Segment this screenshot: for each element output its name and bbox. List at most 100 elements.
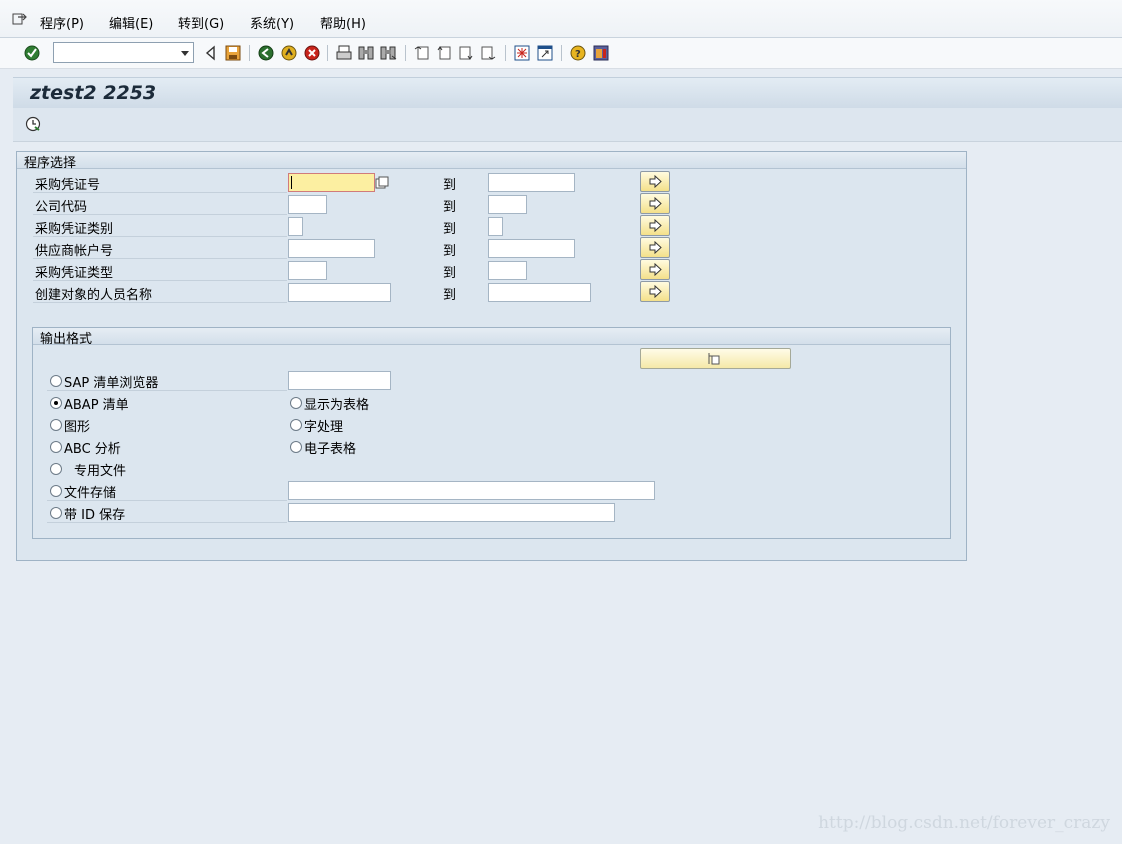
multiple-selection-button[interactable] [640,237,670,258]
print-icon[interactable] [335,44,353,62]
label-underline [47,500,287,501]
help-icon[interactable]: ? [569,44,587,62]
created-by-from-input[interactable] [288,283,391,302]
cancel-icon[interactable] [303,44,321,62]
radio-graphic[interactable] [50,419,62,431]
radio-abc-analysis[interactable] [50,441,62,453]
label-underline [33,280,287,281]
vendor-account-to-input[interactable] [488,239,575,258]
field-label-doc-category: 采购凭证类别 [35,222,114,237]
toolbar-separator [327,45,328,61]
to-label: 到 [443,266,457,281]
next-page-icon[interactable] [457,44,475,62]
back-icon[interactable] [202,44,220,62]
menu-help[interactable]: 帮助(H) [320,13,366,32]
shortcut-icon[interactable] [536,44,554,62]
private-file-label: 专用文件 [74,464,127,479]
sap-list-viewer-label: SAP 清单浏览器 [64,376,159,391]
to-label: 到 [443,178,457,193]
last-page-icon[interactable] [479,44,497,62]
chevron-down-icon[interactable] [181,51,189,56]
svg-text:?: ? [575,49,581,60]
toolbar-separator [405,45,406,61]
command-field[interactable] [53,42,194,63]
created-by-to-input[interactable] [488,283,591,302]
arrow-right-icon [649,263,662,276]
radio-display-as-table[interactable] [290,397,302,409]
find-next-icon[interactable] [379,44,397,62]
application-toolbar [13,108,1122,142]
spreadsheet-label: 电子表格 [304,442,357,457]
arrow-right-icon [649,285,662,298]
multiple-selection-icon[interactable] [375,176,390,189]
radio-abap-list[interactable] [50,397,62,409]
field-label-vendor-account: 供应商帐户号 [35,244,114,259]
layout-icon [708,353,720,365]
save-with-id-input[interactable] [288,503,615,522]
menu-bar: 程序(P) 编辑(E) 转到(G) 系统(Y) 帮助(H) [0,0,1122,38]
exit-icon[interactable] [280,44,298,62]
arrow-right-icon [649,175,662,188]
company-code-from-input[interactable] [288,195,327,214]
first-page-icon[interactable] [413,44,431,62]
radio-private-file[interactable] [50,463,62,475]
purchasing-doc-to-input[interactable] [488,173,575,192]
layout-button[interactable] [640,348,791,369]
watermark: http://blog.csdn.net/forever_crazy [818,813,1110,833]
field-label-doc-type: 采购凭证类型 [35,266,114,281]
display-as-table-label: 显示为表格 [304,398,370,413]
multiple-selection-button[interactable] [640,215,670,236]
company-code-to-input[interactable] [488,195,527,214]
title-bar: ztest2 2253 [13,77,1122,108]
radio-file-store[interactable] [50,485,62,497]
create-session-icon[interactable] [513,44,531,62]
label-underline [33,302,287,303]
multiple-selection-button[interactable] [640,259,670,280]
menu-edit[interactable]: 编辑(E) [109,13,153,32]
doc-category-from-input[interactable] [288,217,303,236]
radio-save-with-id[interactable] [50,507,62,519]
page-title: ztest2 2253 [30,82,157,104]
abc-analysis-label: ABC 分析 [64,442,121,457]
back-green-icon[interactable] [257,44,275,62]
label-underline [33,214,287,215]
doc-type-to-input[interactable] [488,261,527,280]
multiple-selection-button[interactable] [640,171,670,192]
toolbar-separator [249,45,250,61]
standard-toolbar: ? [0,38,1122,69]
list-viewer-variant-input[interactable] [288,371,391,390]
multiple-selection-button[interactable] [640,193,670,214]
arrow-right-icon [649,219,662,232]
purchasing-doc-from-input[interactable] [288,173,375,192]
doc-type-from-input[interactable] [288,261,327,280]
group-title: 输出格式 [40,332,93,347]
save-icon[interactable] [224,44,242,62]
to-label: 到 [443,200,457,215]
file-store-input[interactable] [288,481,655,500]
group-header: 输出格式 [33,328,950,347]
menu-icon[interactable] [12,12,28,26]
radio-word-processing[interactable] [290,419,302,431]
arrow-right-icon [649,197,662,210]
menu-program[interactable]: 程序(P) [40,13,84,32]
to-label: 到 [443,288,457,303]
abap-list-label: ABAP 清单 [64,398,129,413]
execute-icon[interactable] [24,115,42,133]
label-underline [33,192,287,193]
menu-system[interactable]: 系统(Y) [250,13,294,32]
enter-icon[interactable] [23,44,41,62]
radio-spreadsheet[interactable] [290,441,302,453]
vendor-account-from-input[interactable] [288,239,375,258]
multiple-selection-button[interactable] [640,281,670,302]
layout-menu-icon[interactable] [592,44,610,62]
doc-category-to-input[interactable] [488,217,503,236]
toolbar-separator [505,45,506,61]
to-label: 到 [443,222,457,237]
radio-sap-list-viewer[interactable] [50,375,62,387]
field-label-company-code: 公司代码 [35,200,88,215]
find-icon[interactable] [357,44,375,62]
save-with-id-label: 带 ID 保存 [64,508,126,523]
label-underline [47,522,287,523]
previous-page-icon[interactable] [435,44,453,62]
menu-goto[interactable]: 转到(G) [178,13,224,32]
